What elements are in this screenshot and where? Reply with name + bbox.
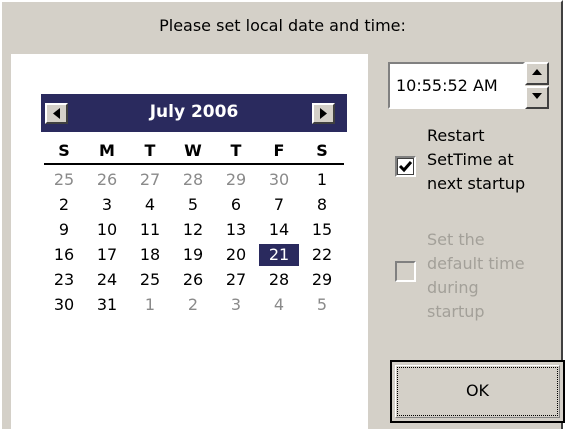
weekday-label: T bbox=[230, 141, 242, 160]
default-time-label-line: startup bbox=[427, 302, 485, 321]
calendar-day[interactable]: 11 bbox=[130, 219, 170, 241]
restart-label-line: Restart bbox=[427, 126, 485, 145]
calendar-day[interactable]: 15 bbox=[302, 219, 342, 241]
prev-month-button[interactable] bbox=[45, 103, 68, 124]
checkmark-icon bbox=[398, 161, 413, 173]
calendar-day[interactable]: 12 bbox=[173, 219, 213, 241]
calendar-day[interactable]: 4 bbox=[259, 294, 299, 316]
calendar-day[interactable]: 28 bbox=[173, 169, 213, 191]
default-time-label-line: Set the bbox=[427, 230, 485, 249]
weekday-label: M bbox=[99, 141, 115, 160]
settime-dialog: Please set local date and time: July 200… bbox=[0, 0, 565, 431]
calendar-day[interactable]: 3 bbox=[87, 194, 127, 216]
calendar-day[interactable]: 22 bbox=[302, 244, 342, 266]
calendar-day[interactable]: 14 bbox=[259, 219, 299, 241]
default-time-label-line: during bbox=[427, 278, 479, 297]
calendar-day[interactable]: 1 bbox=[302, 169, 342, 191]
time-spin-down-button[interactable] bbox=[525, 86, 549, 109]
left-triangle-icon bbox=[53, 108, 60, 119]
calendar-day[interactable]: 19 bbox=[173, 244, 213, 266]
calendar-day[interactable]: 30 bbox=[259, 169, 299, 191]
calendar-day[interactable]: 2 bbox=[173, 294, 213, 316]
calendar-day[interactable]: 16 bbox=[44, 244, 84, 266]
calendar-day[interactable]: 9 bbox=[44, 219, 84, 241]
calendar-day[interactable]: 7 bbox=[259, 194, 299, 216]
calendar-day[interactable]: 27 bbox=[130, 169, 170, 191]
calendar-day[interactable]: 31 bbox=[87, 294, 127, 316]
restart-settime-checkbox[interactable] bbox=[395, 156, 416, 177]
default-time-checkbox bbox=[395, 261, 416, 282]
default-time-label: Set the default time during startup bbox=[427, 228, 557, 324]
calendar-day[interactable]: 24 bbox=[87, 269, 127, 291]
month-calendar: July 2006 S M T W T F S 25 26 27 28 29 30 1 2 3 4… bbox=[11, 54, 368, 431]
weekday-label: F bbox=[273, 141, 285, 160]
right-triangle-icon bbox=[320, 108, 327, 119]
calendar-header: July 2006 bbox=[41, 94, 347, 132]
calendar-day[interactable]: 8 bbox=[302, 194, 342, 216]
calendar-day-selected[interactable]: 21 bbox=[259, 244, 299, 266]
calendar-day[interactable]: 28 bbox=[259, 269, 299, 291]
ok-button-label: OK bbox=[465, 381, 490, 400]
calendar-day[interactable]: 29 bbox=[216, 169, 256, 191]
time-value[interactable]: 10:55:52 AM bbox=[396, 76, 498, 95]
calendar-day[interactable]: 17 bbox=[87, 244, 127, 266]
restart-label-line: SetTime at bbox=[427, 150, 514, 169]
calendar-day[interactable]: 10 bbox=[87, 219, 127, 241]
ok-button[interactable]: OK bbox=[390, 360, 565, 423]
dialog-prompt: Please set local date and time: bbox=[159, 16, 406, 35]
spin-down-arrow-icon bbox=[532, 93, 542, 99]
calendar-day[interactable]: 3 bbox=[216, 294, 256, 316]
calendar-day[interactable]: 29 bbox=[302, 269, 342, 291]
calendar-day[interactable]: 1 bbox=[130, 294, 170, 316]
month-year-label[interactable]: July 2006 bbox=[81, 102, 307, 122]
calendar-day[interactable]: 26 bbox=[87, 169, 127, 191]
restart-settime-label[interactable]: Restart SetTime at next startup bbox=[427, 124, 557, 196]
calendar-day[interactable]: 23 bbox=[44, 269, 84, 291]
calendar-day[interactable]: 20 bbox=[216, 244, 256, 266]
calendar-day[interactable]: 6 bbox=[216, 194, 256, 216]
weekday-label: W bbox=[184, 141, 202, 160]
calendar-day[interactable]: 26 bbox=[173, 269, 213, 291]
calendar-day[interactable]: 25 bbox=[44, 169, 84, 191]
time-input[interactable]: 10:55:52 AM bbox=[388, 62, 525, 109]
calendar-day[interactable]: 25 bbox=[130, 269, 170, 291]
calendar-day[interactable]: 30 bbox=[44, 294, 84, 316]
calendar-day[interactable]: 4 bbox=[130, 194, 170, 216]
calendar-day[interactable]: 5 bbox=[173, 194, 213, 216]
time-spin-up-button[interactable] bbox=[525, 62, 549, 85]
restart-label-line: next startup bbox=[427, 174, 526, 193]
calendar-day[interactable]: 5 bbox=[302, 294, 342, 316]
calendar-day[interactable]: 18 bbox=[130, 244, 170, 266]
default-time-label-line: default time bbox=[427, 254, 525, 273]
calendar-day[interactable]: 13 bbox=[216, 219, 256, 241]
calendar-day[interactable]: 2 bbox=[44, 194, 84, 216]
weekday-label: S bbox=[58, 141, 70, 160]
weekday-header-row: S M T W T F S bbox=[44, 141, 344, 165]
weekday-label: S bbox=[316, 141, 328, 160]
calendar-day[interactable]: 27 bbox=[216, 269, 256, 291]
next-month-button[interactable] bbox=[312, 103, 335, 124]
spin-up-arrow-icon bbox=[532, 69, 542, 75]
weekday-label: T bbox=[144, 141, 156, 160]
